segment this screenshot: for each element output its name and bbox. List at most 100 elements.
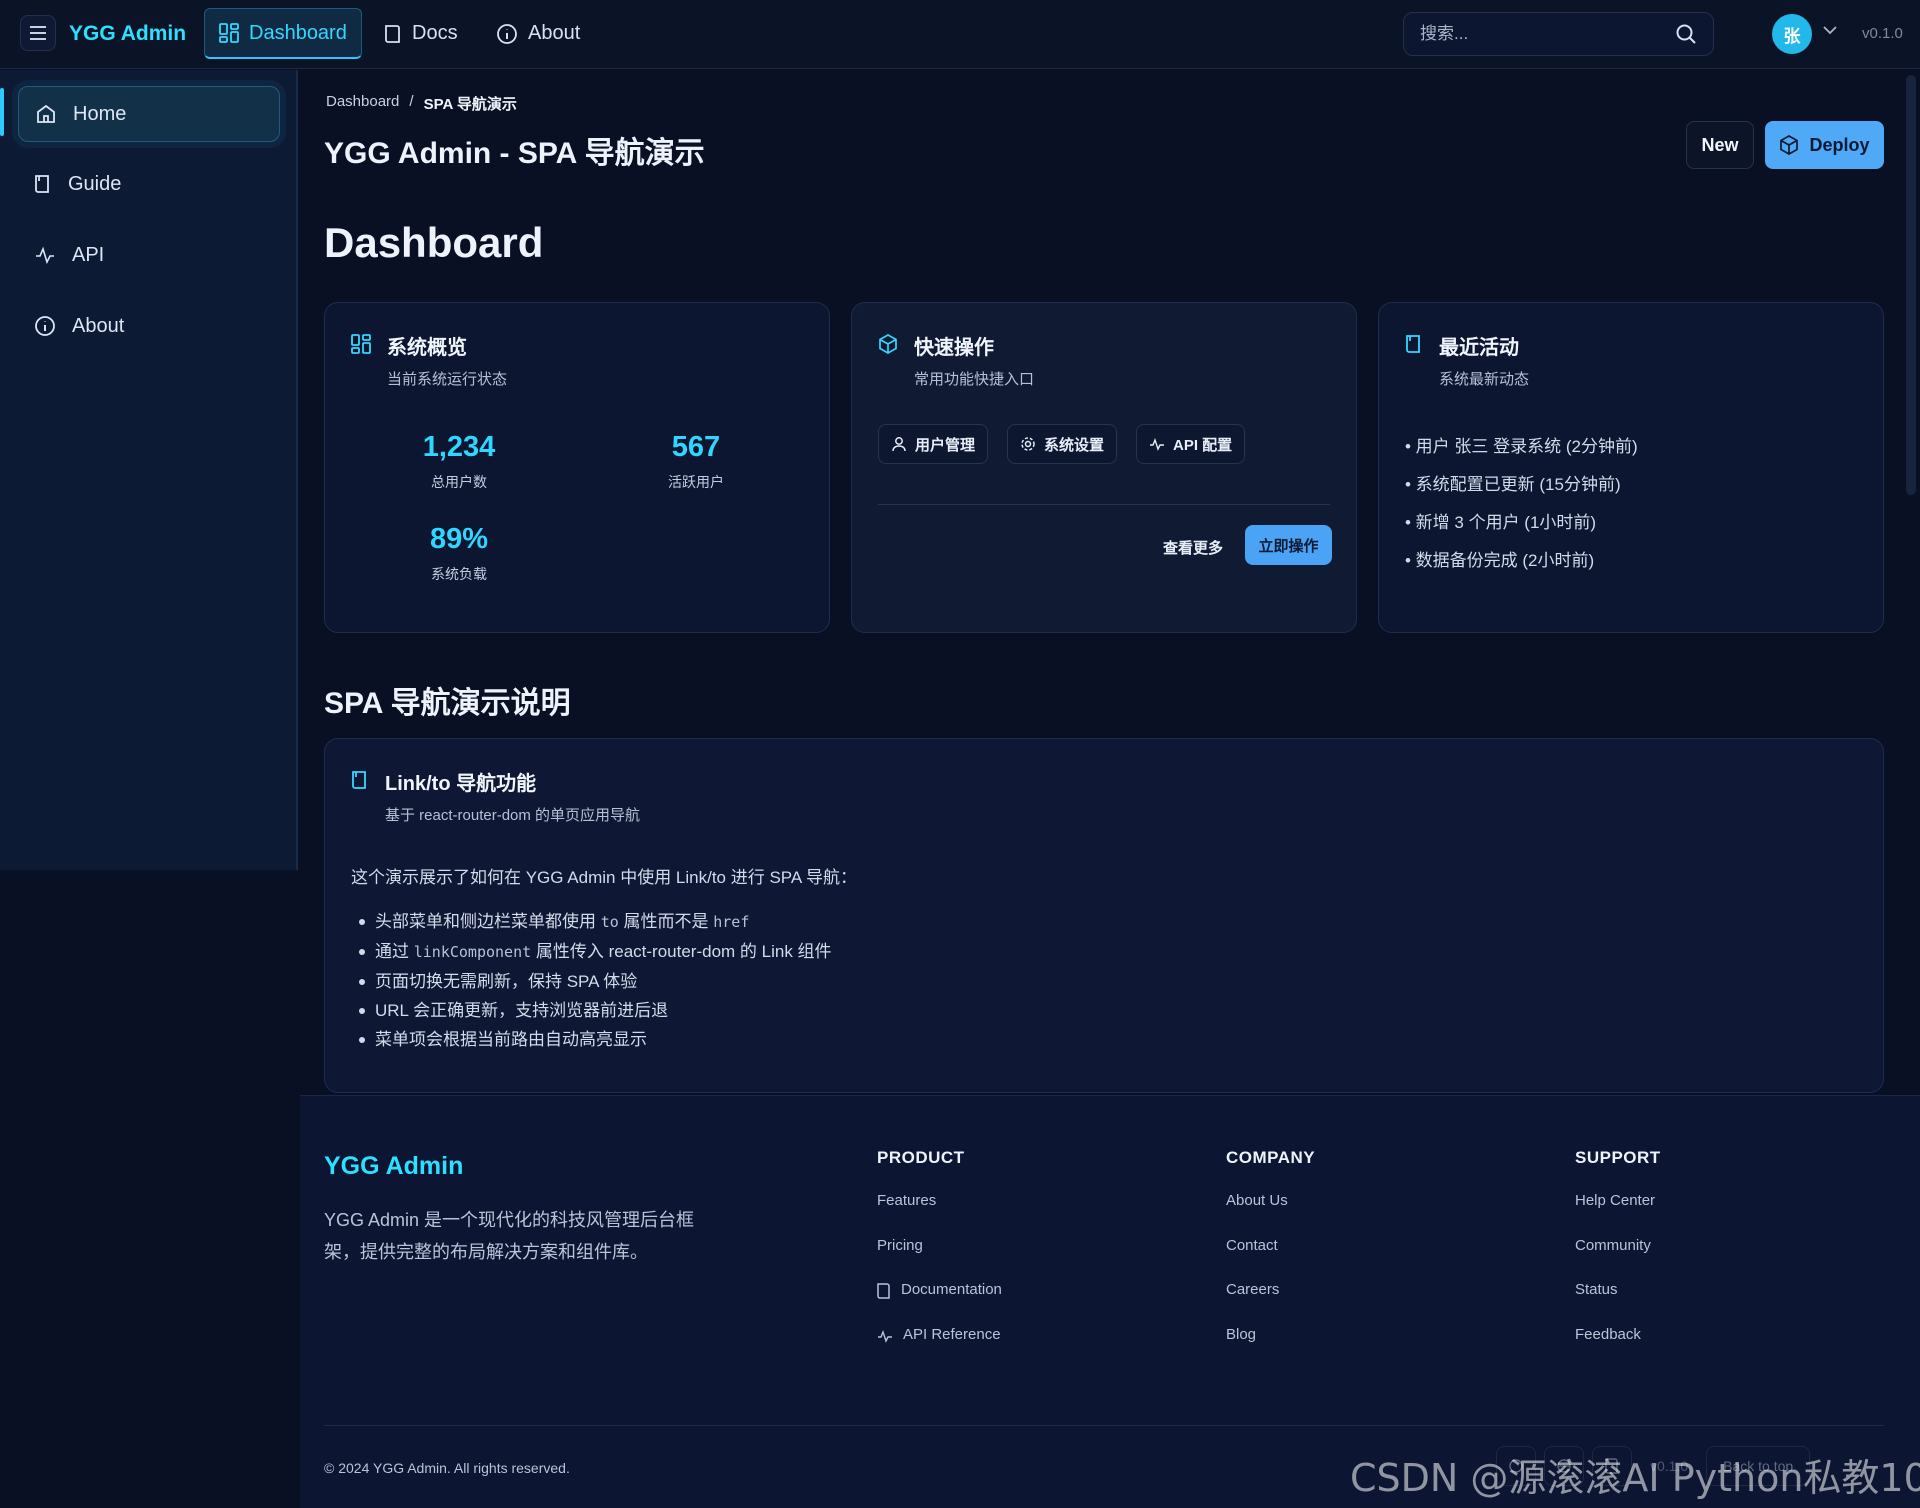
stat-value: 89% (429, 523, 489, 555)
breadcrumb-parent[interactable]: Dashboard (326, 93, 399, 114)
footer-description: YGG Admin 是一个现代化的科技风管理后台框架，提供完整的布局解决方案和组… (324, 1210, 695, 1262)
breadcrumb: Dashboard / SPA 导航演示 (326, 93, 517, 114)
nav-docs[interactable]: Docs (370, 8, 472, 59)
search-box (1403, 12, 1714, 56)
new-button[interactable]: New (1686, 121, 1754, 169)
avatar[interactable]: 张 (1772, 14, 1812, 54)
footer-link[interactable]: API Reference (877, 1326, 1002, 1371)
quick-actions-card: 快速操作 常用功能快捷入口 用户管理 系统设置 API 配置 查看更多 立即操作 (851, 302, 1357, 633)
card-subtitle: 常用功能快捷入口 (914, 371, 1035, 388)
footer-link[interactable]: Contact (1226, 1237, 1315, 1282)
system-settings-button[interactable]: 系统设置 (1007, 424, 1118, 464)
footer-link[interactable]: Careers (1226, 1281, 1315, 1326)
user-management-button[interactable]: 用户管理 (878, 424, 989, 464)
button-label: 系统设置 (1044, 436, 1105, 454)
footer-column-company: COMPANY About Us Contact Careers Blog (1226, 1148, 1315, 1370)
stat-label: 系统负载 (431, 566, 487, 582)
activity-icon (1150, 437, 1164, 451)
footer-column-title: SUPPORT (1575, 1148, 1661, 1167)
list-item: 菜单项会根据当前路由自动高亮显示 (351, 1025, 832, 1054)
spa-info-card: Link/to 导航功能 基于 react-router-dom 的单页应用导航… (324, 738, 1884, 1093)
button-label: 用户管理 (915, 436, 976, 454)
breadcrumb-current: SPA 导航演示 (423, 96, 517, 113)
list-text: 属性传入 react-router-dom 的 Link 组件 (531, 942, 832, 961)
breadcrumb-separator: / (409, 93, 414, 110)
cube-icon (1780, 135, 1799, 155)
top-header: YGG Admin Dashboard Docs About 张 v0.1.0 (0, 0, 1920, 69)
stat-active-users: 567 活跃用户 (616, 431, 776, 492)
footer-link[interactable]: Community (1575, 1237, 1661, 1282)
dashboard-icon (219, 23, 239, 43)
scrollbar[interactable] (1906, 75, 1916, 495)
card-subtitle: 系统最新动态 (1439, 371, 1530, 388)
cube-icon (879, 334, 897, 354)
activity-icon (878, 1329, 892, 1343)
footer-link[interactable]: Documentation (877, 1281, 1002, 1326)
footer-column-title: PRODUCT (877, 1148, 965, 1167)
sidebar-item-guide[interactable]: Guide (18, 156, 280, 212)
footer-divider (324, 1425, 1884, 1426)
activity-item: • 用户 张三 登录系统 (2分钟前) (1405, 437, 1638, 456)
code-inline: linkComponent (413, 943, 532, 961)
activity-item: • 系统配置已更新 (15分钟前) (1405, 475, 1621, 494)
stat-system-load: 89% 系统负载 (379, 523, 539, 584)
dashboard-icon (351, 334, 371, 354)
footer-column-title: COMPANY (1226, 1148, 1316, 1167)
book-icon (877, 1283, 890, 1299)
feature-list: 头部菜单和侧边栏菜单都使用 to 属性而不是 href 通过 linkCompo… (351, 907, 832, 1054)
section-heading-spa: SPA 导航演示说明 (324, 687, 571, 720)
footer-link[interactable]: Help Center (1575, 1192, 1661, 1237)
card-subtitle: 当前系统运行状态 (387, 371, 508, 388)
chevron-down-icon[interactable] (1823, 26, 1837, 35)
footer-link[interactable]: Blog (1226, 1326, 1315, 1371)
footer-link[interactable]: Feedback (1575, 1326, 1661, 1371)
card-title: 系统概览 (387, 337, 467, 359)
footer-link-label: Features (877, 1192, 937, 1209)
user-icon (892, 437, 906, 452)
list-text: 属性而不是 (618, 912, 714, 931)
watermark: CSDN @源滚滚AI Python私教10年 (1350, 1456, 1920, 1500)
search-input[interactable] (1420, 24, 1660, 44)
list-item: 页面切换无需刷新，保持 SPA 体验 (351, 967, 832, 996)
footer-link[interactable]: Pricing (877, 1237, 1002, 1282)
sidebar-item-home[interactable]: Home (18, 86, 280, 142)
sidebar-item-label: About (72, 314, 125, 337)
info-icon (497, 23, 517, 44)
stat-value: 1,234 (422, 431, 496, 463)
search-icon[interactable] (1675, 23, 1697, 45)
deploy-button[interactable]: Deploy (1765, 121, 1884, 169)
nav-dashboard[interactable]: Dashboard (204, 8, 362, 59)
sidebar-item-label: Guide (68, 172, 122, 195)
nav-about[interactable]: About (482, 8, 594, 59)
footer-link-label: Documentation (901, 1281, 1002, 1298)
activity-item: • 数据备份完成 (2小时前) (1405, 551, 1595, 570)
list-item: URL 会正确更新，支持浏览器前进后退 (351, 996, 832, 1025)
divider (878, 504, 1330, 505)
sidebar-item-label: Home (73, 102, 127, 125)
footer-link[interactable]: Status (1575, 1281, 1661, 1326)
button-label: API 配置 (1173, 436, 1233, 454)
view-more-link[interactable]: 查看更多 (1163, 537, 1223, 558)
footer-brand: YGG Admin (324, 1152, 464, 1180)
sidebar-item-about[interactable]: About (18, 298, 280, 354)
page-title: YGG Admin - SPA 导航演示 (324, 137, 705, 170)
copyright: © 2024 YGG Admin. All rights reserved. (324, 1460, 570, 1476)
sidebar-item-api[interactable]: API (18, 227, 280, 283)
operate-now-button[interactable]: 立即操作 (1245, 525, 1332, 565)
section-heading-dashboard: Dashboard (324, 219, 544, 266)
footer-link-label: API Reference (903, 1325, 1001, 1343)
intro-text: 这个演示展示了如何在 YGG Admin 中使用 Link/to 进行 SPA … (351, 868, 857, 887)
list-text: 通过 (375, 942, 414, 961)
stat-label: 总用户数 (431, 474, 487, 490)
menu-toggle-button[interactable] (20, 15, 56, 51)
brand-logo[interactable]: YGG Admin (69, 22, 186, 46)
book-icon (1406, 335, 1420, 353)
api-config-button[interactable]: API 配置 (1136, 424, 1246, 464)
activity-icon (36, 246, 54, 265)
book-icon (35, 175, 49, 193)
nav-dashboard-label: Dashboard (249, 21, 347, 44)
list-item: 通过 linkComponent 属性传入 react-router-dom 的… (351, 937, 832, 967)
recent-activity-card: 最近活动 系统最新动态 • 用户 张三 登录系统 (2分钟前) • 系统配置已更… (1378, 302, 1884, 633)
footer-link[interactable]: About Us (1226, 1192, 1315, 1237)
footer-link[interactable]: Features (877, 1192, 1002, 1237)
